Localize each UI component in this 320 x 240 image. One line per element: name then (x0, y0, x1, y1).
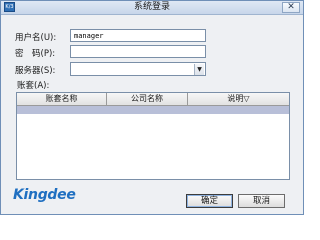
login-dialog: K/3 系统登录 ✕ 用户名(U): manager 密 码(P): 服务器(S… (0, 0, 304, 215)
chevron-down-icon[interactable]: ▼ (194, 64, 204, 75)
password-input[interactable] (70, 45, 206, 58)
table-header: 账套名称 公司名称 说明▽ (17, 93, 289, 106)
kingdee-logo: Kingdee (13, 187, 76, 203)
server-value (71, 72, 74, 80)
server-label: 服务器(S): (15, 66, 56, 76)
account-table[interactable]: 账套名称 公司名称 说明▽ (16, 92, 290, 180)
password-label: 密 码(P): (15, 49, 56, 59)
column-header-company-name[interactable]: 公司名称 (107, 93, 188, 105)
account-label: 账套(A): (17, 81, 50, 91)
table-row[interactable] (17, 106, 289, 114)
username-input[interactable]: manager (70, 29, 206, 42)
username-label: 用户名(U): (15, 33, 57, 43)
server-dropdown[interactable]: ▼ (70, 62, 206, 76)
cancel-button[interactable]: 取消 (238, 194, 285, 208)
dialog-title: 系统登录 (133, 2, 170, 12)
ok-button[interactable]: 确定 (186, 194, 233, 208)
column-header-account-name[interactable]: 账套名称 (17, 93, 107, 105)
title-bar[interactable]: K/3 系统登录 ✕ (1, 1, 303, 15)
close-button[interactable]: ✕ (282, 2, 300, 13)
column-header-description[interactable]: 说明▽ (188, 93, 289, 105)
